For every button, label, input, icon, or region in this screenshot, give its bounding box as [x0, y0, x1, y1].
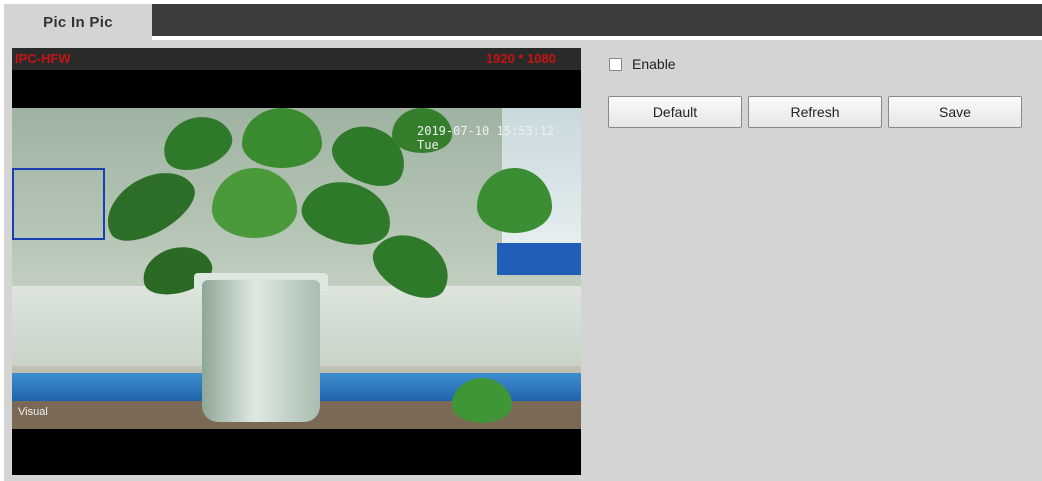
camera-image: 2019-07-10 15:53:12 Tue Visual — [12, 108, 581, 429]
enable-label: Enable — [632, 56, 676, 72]
save-button[interactable]: Save — [888, 96, 1022, 128]
pip-region-box[interactable] — [12, 168, 105, 240]
video-preview[interactable]: IPC-HFW 1920 * 1080 2019-07-10 15:53:12 … — [12, 48, 581, 475]
tab-bar-background — [152, 4, 1042, 36]
plant-leaf — [242, 108, 322, 168]
flower-pot — [202, 280, 320, 422]
plant-leaf — [212, 168, 297, 238]
tab-pic-in-pic[interactable]: Pic In Pic — [4, 4, 152, 40]
osd-visual-label: Visual — [18, 406, 48, 418]
enable-row[interactable]: Enable — [609, 56, 676, 72]
enable-checkbox[interactable] — [609, 57, 622, 71]
scene-blue-object — [497, 243, 581, 275]
osd-channel-text: IPC-HFW — [15, 51, 71, 66]
plant-leaf — [94, 157, 205, 254]
refresh-button[interactable]: Refresh — [748, 96, 882, 128]
osd-resolution-text: 1920 * 1080 — [485, 51, 556, 66]
plant-leaf — [452, 378, 512, 423]
plant-leaf — [155, 108, 239, 179]
osd-time-text: 2019-07-10 15:53:12 Tue — [417, 124, 555, 152]
default-button[interactable]: Default — [608, 96, 742, 128]
tab-bar: Pic In Pic — [0, 0, 1042, 40]
